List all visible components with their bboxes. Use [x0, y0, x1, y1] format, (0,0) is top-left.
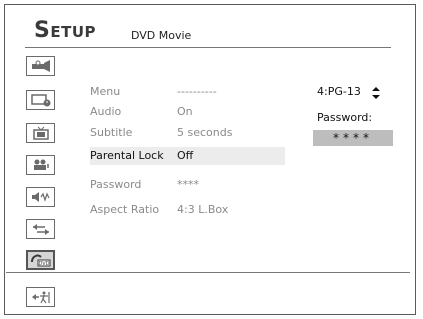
sidebar-item-audio[interactable]	[26, 187, 55, 207]
row-label: Password	[90, 178, 142, 191]
menu-row-subtitle[interactable]: Subtitle 5 seconds	[90, 124, 285, 142]
menu-row-menu[interactable]: Menu ----------	[90, 83, 285, 101]
sidebar-item-speaker[interactable]	[26, 155, 55, 175]
row-value: On	[177, 105, 193, 118]
row-label: Audio	[90, 105, 122, 118]
display-clock-icon	[30, 93, 52, 107]
row-label: Subtitle	[90, 126, 133, 139]
menu-row-aspect-ratio[interactable]: Aspect Ratio 4:3 L.Box	[90, 201, 285, 219]
page-subtitle: DVD Movie	[131, 29, 192, 42]
sidebar-item-tv[interactable]	[26, 123, 55, 143]
page-title: Setup	[34, 18, 96, 43]
sidebar-item-display[interactable]	[26, 90, 55, 110]
row-value: ****	[177, 178, 199, 191]
dvd-settings-icon: DVD	[29, 253, 53, 267]
menu-row-audio[interactable]: Audio On	[90, 103, 285, 121]
exit-icon	[30, 290, 52, 304]
arrows-exchange-icon	[30, 222, 52, 236]
row-label: Aspect Ratio	[90, 203, 160, 216]
title-divider	[25, 47, 391, 48]
row-value: 5 seconds	[177, 126, 233, 139]
up-down-arrows-icon[interactable]	[371, 85, 381, 99]
speaker-person-icon	[30, 158, 52, 172]
sidebar-item-exit[interactable]	[26, 287, 55, 307]
disc-icon	[30, 59, 52, 73]
menu-row-parental-lock[interactable]: Parental Lock Off	[90, 147, 285, 165]
svg-text:DVD: DVD	[38, 261, 49, 267]
sidebar-item-disc[interactable]	[26, 56, 55, 76]
row-label: Menu	[90, 85, 121, 98]
title-bar: Setup DVD Movie	[5, 5, 415, 49]
password-field[interactable]: ****	[313, 130, 393, 146]
row-value: 4:3 L.Box	[177, 203, 229, 216]
tv-icon	[30, 126, 52, 140]
row-value: ----------	[177, 85, 217, 98]
audio-speaker-icon	[30, 190, 52, 204]
password-label: Password:	[317, 111, 373, 124]
sidebar-item-exchange[interactable]	[26, 219, 55, 239]
setup-window: Setup DVD Movie DVD Menu ---------- Audi…	[4, 4, 416, 315]
sidebar-item-dvd[interactable]: DVD	[26, 250, 55, 270]
menu-row-password[interactable]: Password ****	[90, 176, 285, 194]
row-value: Off	[177, 149, 194, 162]
bottom-divider	[6, 272, 410, 273]
row-label: Parental Lock	[90, 149, 164, 162]
rating-value[interactable]: 4:PG-13	[317, 85, 361, 98]
